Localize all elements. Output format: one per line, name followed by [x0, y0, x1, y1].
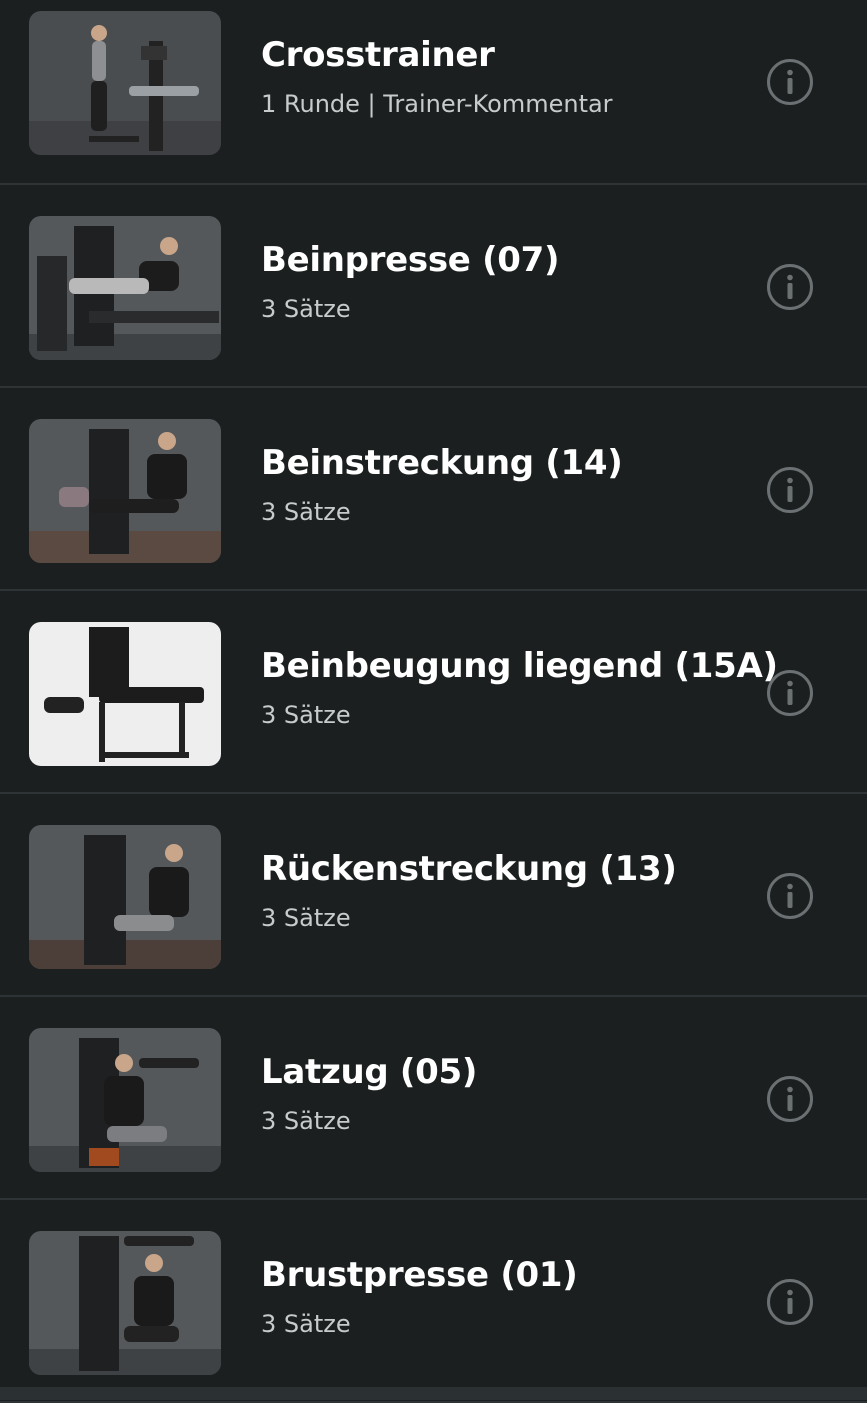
- info-icon: [767, 467, 813, 513]
- info-button[interactable]: [766, 872, 814, 920]
- exercise-thumbnail: [29, 622, 221, 766]
- exercise-thumbnail: [29, 1231, 221, 1375]
- exercise-subtitle: 3 Sätze: [261, 1310, 351, 1338]
- lat-pulldown-photo: [29, 1028, 221, 1172]
- exercise-row-beinpresse[interactable]: Beinpresse (07) 3 Sätze: [0, 185, 867, 388]
- info-icon: [767, 1076, 813, 1122]
- exercise-list: Crosstrainer 1 Runde | Trainer-Kommentar: [0, 0, 867, 1403]
- exercise-subtitle: 3 Sätze: [261, 904, 351, 932]
- crosstrainer-photo: [29, 11, 221, 155]
- exercise-title: Rückenstreckung (13): [261, 849, 677, 889]
- exercise-subtitle: 3 Sätze: [261, 701, 351, 729]
- info-button[interactable]: [766, 1278, 814, 1326]
- exercise-row-crosstrainer[interactable]: Crosstrainer 1 Runde | Trainer-Kommentar: [0, 0, 867, 185]
- info-button[interactable]: [766, 1075, 814, 1123]
- exercise-thumbnail: [29, 216, 221, 360]
- exercise-title: Latzug (05): [261, 1052, 478, 1092]
- info-button[interactable]: [766, 466, 814, 514]
- info-button[interactable]: [766, 263, 814, 311]
- info-button[interactable]: [766, 669, 814, 717]
- exercise-row-rueckenstreckung[interactable]: Rückenstreckung (13) 3 Sätze: [0, 794, 867, 997]
- exercise-row-beinstreckung[interactable]: Beinstreckung (14) 3 Sätze: [0, 388, 867, 591]
- info-icon: [767, 873, 813, 919]
- exercise-title: Brustpresse (01): [261, 1255, 578, 1295]
- info-icon: [767, 59, 813, 105]
- leg-press-photo: [29, 216, 221, 360]
- exercise-title: Beinbeugung liegend (15A): [261, 646, 778, 686]
- leg-extension-photo: [29, 419, 221, 563]
- exercise-thumbnail: [29, 419, 221, 563]
- exercise-thumbnail: [29, 825, 221, 969]
- exercise-subtitle: 3 Sätze: [261, 498, 351, 526]
- info-icon: [767, 264, 813, 310]
- chest-press-photo: [29, 1231, 221, 1375]
- back-extension-photo: [29, 825, 221, 969]
- bottom-bar-edge: [0, 1387, 867, 1400]
- exercise-title: Beinpresse (07): [261, 240, 560, 280]
- exercise-title: Crosstrainer: [261, 35, 495, 75]
- exercise-row-beinbeugung[interactable]: Beinbeugung liegend (15A) 3 Sätze: [0, 591, 867, 794]
- exercise-thumbnail: [29, 1028, 221, 1172]
- info-button[interactable]: [766, 58, 814, 106]
- exercise-thumbnail: [29, 11, 221, 155]
- exercise-subtitle: 3 Sätze: [261, 295, 351, 323]
- exercise-subtitle: 3 Sätze: [261, 1107, 351, 1135]
- exercise-title: Beinstreckung (14): [261, 443, 623, 483]
- exercise-subtitle: 1 Runde | Trainer-Kommentar: [261, 90, 613, 118]
- info-icon: [767, 670, 813, 716]
- exercise-row-brustpresse[interactable]: Brustpresse (01) 3 Sätze: [0, 1200, 867, 1403]
- exercise-row-latzug[interactable]: Latzug (05) 3 Sätze: [0, 997, 867, 1200]
- info-icon: [767, 1279, 813, 1325]
- prone-leg-curl-photo: [29, 622, 221, 766]
